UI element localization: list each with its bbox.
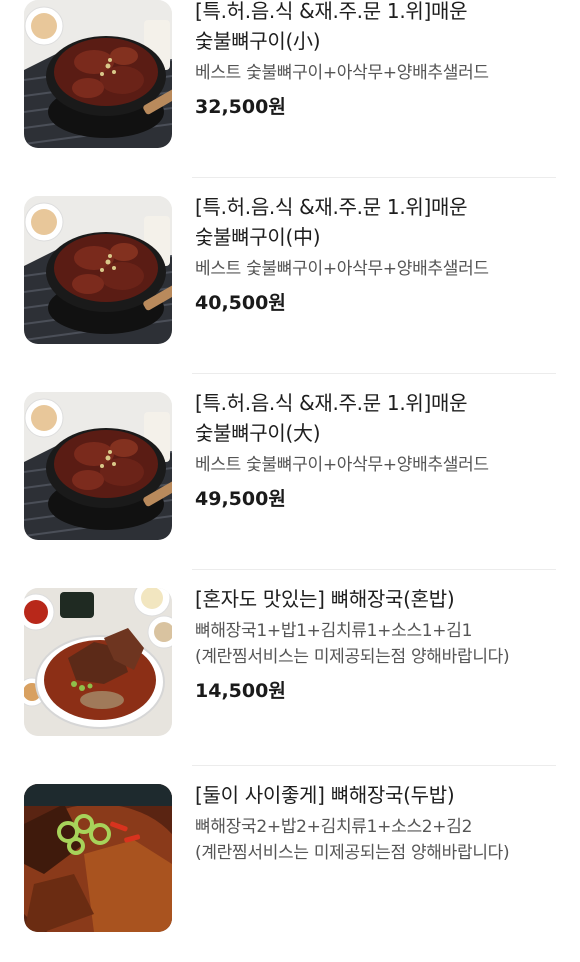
menu-item[interactable]: [둘이 사이좋게] 뼈해장국(두밥) 뼈해장국2+밥2+김치류1+소스2+김2 … [0, 766, 580, 962]
menu-item-image[interactable] [24, 392, 172, 540]
menu-item[interactable]: [혼자도 맛있는] 뼈해장국(혼밥) 뼈해장국1+밥1+김치류1+소스1+김1 … [0, 570, 580, 766]
menu-item-description: 뼈해장국2+밥2+김치류1+소스2+김2 (계란찜서비스는 미제공되는점 양해바… [195, 817, 510, 863]
menu-list: [특.허.음.식 &재.주.문 1.위]매운 숯불뼈구이(小) 베스트 숯불뼈구… [0, 0, 580, 962]
menu-item-title[interactable]: [둘이 사이좋게] 뼈해장국(두밥) [195, 780, 557, 810]
menu-item-image[interactable] [24, 784, 172, 932]
menu-item[interactable]: [특.허.음.식 &재.주.문 1.위]매운 숯불뼈구이(中) 베스트 숯불뼈구… [0, 178, 580, 374]
menu-item-description: 베스트 숯불뼈구이+아삭무+양배추샐러드 [195, 63, 489, 83]
menu-item-image[interactable] [24, 588, 172, 736]
menu-item-title[interactable]: [특.허.음.식 &재.주.문 1.위]매운 숯불뼈구이(小) [195, 0, 557, 56]
menu-item-price: 32,500원 [195, 96, 286, 118]
menu-item-info: [특.허.음.식 &재.주.문 1.위]매운 숯불뼈구이(中) 베스트 숯불뼈구… [195, 192, 557, 316]
menu-item-description: 뼈해장국1+밥1+김치류1+소스1+김1 (계란찜서비스는 미제공되는점 양해바… [195, 621, 510, 667]
menu-item-info: [혼자도 맛있는] 뼈해장국(혼밥) 뼈해장국1+밥1+김치류1+소스1+김1 … [195, 584, 557, 704]
menu-item-description: 베스트 숯불뼈구이+아삭무+양배추샐러드 [195, 259, 489, 279]
menu-item-price: 40,500원 [195, 292, 286, 314]
menu-item-description: 베스트 숯불뼈구이+아삭무+양배추샐러드 [195, 455, 489, 475]
menu-item-price: 49,500원 [195, 488, 286, 510]
menu-item-info: [둘이 사이좋게] 뼈해장국(두밥) 뼈해장국2+밥2+김치류1+소스2+김2 … [195, 780, 557, 874]
menu-item-image[interactable] [24, 196, 172, 344]
menu-item[interactable]: [특.허.음.식 &재.주.문 1.위]매운 숯불뼈구이(大) 베스트 숯불뼈구… [0, 374, 580, 570]
menu-item[interactable]: [특.허.음.식 &재.주.문 1.위]매운 숯불뼈구이(小) 베스트 숯불뼈구… [0, 0, 580, 178]
menu-item-info: [특.허.음.식 &재.주.문 1.위]매운 숯불뼈구이(小) 베스트 숯불뼈구… [195, 0, 557, 120]
menu-item-image[interactable] [24, 0, 172, 148]
menu-item-title[interactable]: [혼자도 맛있는] 뼈해장국(혼밥) [195, 584, 557, 614]
menu-item-price: 14,500원 [195, 680, 286, 702]
menu-item-title[interactable]: [특.허.음.식 &재.주.문 1.위]매운 숯불뼈구이(大) [195, 388, 557, 448]
menu-item-info: [특.허.음.식 &재.주.문 1.위]매운 숯불뼈구이(大) 베스트 숯불뼈구… [195, 388, 557, 512]
menu-item-title[interactable]: [특.허.음.식 &재.주.문 1.위]매운 숯불뼈구이(中) [195, 192, 557, 252]
